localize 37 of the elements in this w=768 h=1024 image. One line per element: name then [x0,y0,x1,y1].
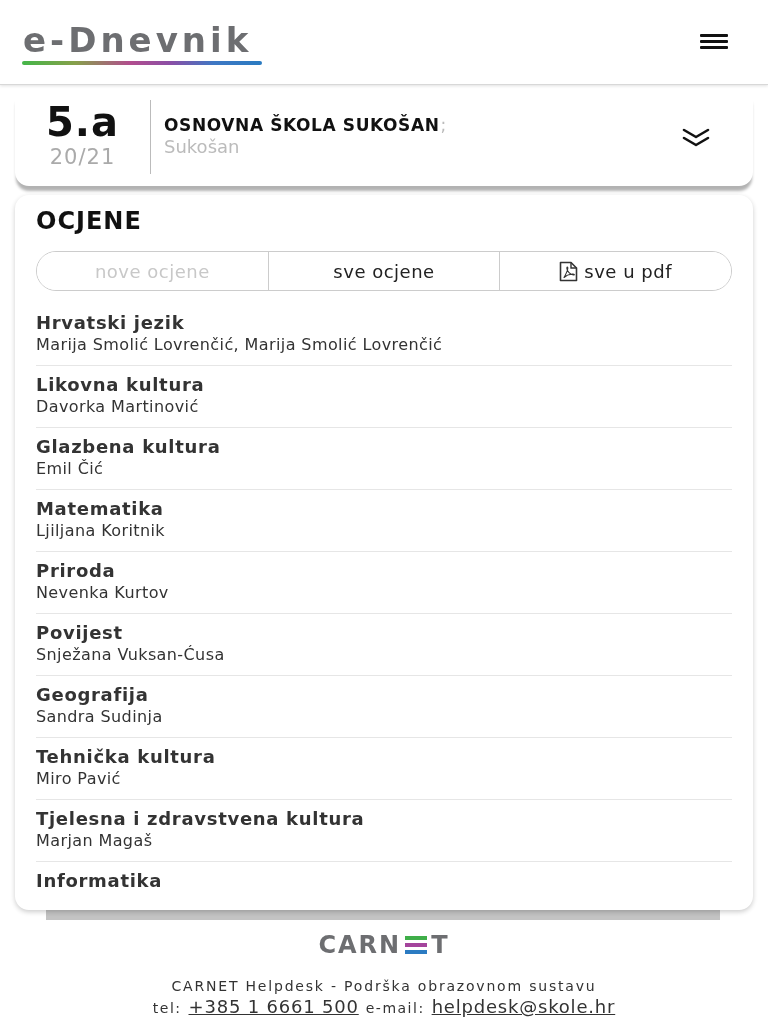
app-logo: e-Dnevnik [22,20,253,60]
contact-label: tel: [152,999,182,1018]
teacher-name: Miro Pavić [36,768,121,790]
helpdesk-text: CARNET Helpdesk - Podrška obrazovnom sustavu [171,977,597,996]
subject-name[interactable]: Tehnička kultura [36,746,216,768]
subject-name[interactable]: Hrvatski jezik [36,312,185,334]
segment-button[interactable]: sve u pdf [499,252,731,290]
teacher-name: Davorka Martinović [36,396,199,418]
grades-title: OCJENE [36,206,143,237]
contact-link[interactable]: helpdesk@skole.hr [431,996,616,1018]
subject-name[interactable]: Povijest [36,622,123,644]
separator-text: ; [440,114,447,136]
subject-name[interactable]: Priroda [36,560,116,582]
contact-link[interactable]: +385 1 6661 500 [188,996,359,1018]
class-name: 5.a [46,100,119,144]
contact-label: e-mail: [365,999,425,1018]
teacher-name: Nevenka Kurtov [36,582,169,604]
subject-name[interactable]: Likovna kultura [36,374,205,396]
subject-name[interactable]: Matematika [36,498,164,520]
menu-icon [700,34,728,49]
subject-name[interactable]: Geografija [36,684,149,706]
school-place: Sukošan [164,136,240,158]
school-name: OSNOVNA ŠKOLA SUKOŠAN [164,114,440,136]
subject-name[interactable]: Glazbena kultura [36,436,221,458]
logo-text: CARN [318,933,402,957]
teacher-name: Emil Čić [36,458,104,480]
pdf-file-icon [559,260,579,282]
subject-name[interactable]: Informatika [36,870,163,892]
teacher-name: Sandra Sudinja [36,706,163,728]
school-year: 20/21 [49,144,116,170]
logo-stripes-icon [405,936,428,954]
teacher-name: Ljiljana Koritnik [36,520,165,542]
logo-text: T [431,933,450,957]
teacher-name: Snježana Vuksan-Ćusa [36,644,225,666]
teacher-name: Marjan Magaš [36,830,153,852]
subject-name[interactable]: Tjelesna i zdravstvena kultura [36,808,365,830]
teacher-name: Marija Smolić Lovrenčić, Marija Smolić Lovrenčić [36,334,443,356]
